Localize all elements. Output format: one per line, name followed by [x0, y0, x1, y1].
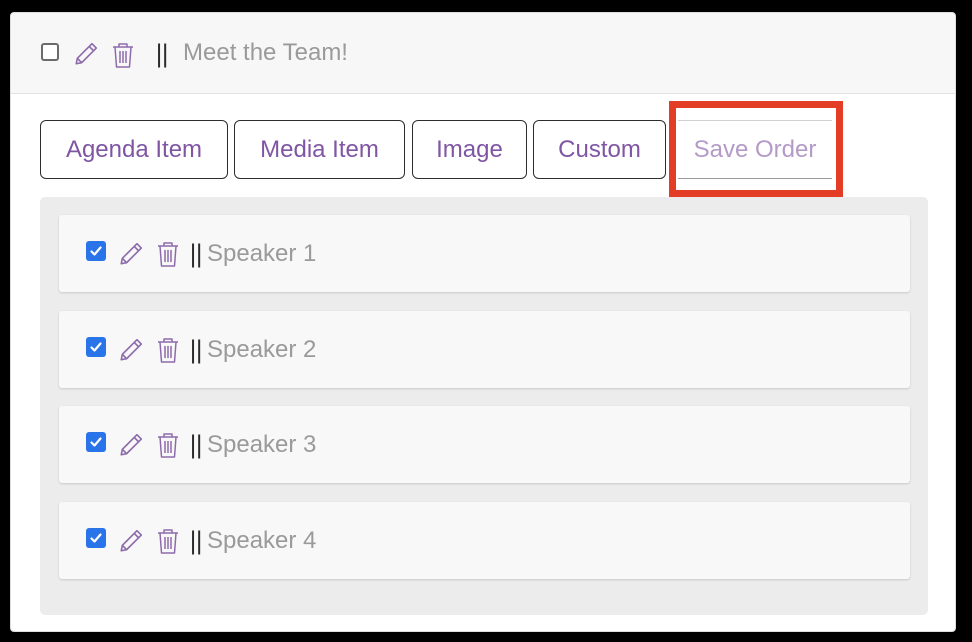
custom-button[interactable]: Custom [533, 120, 666, 179]
drag-handle-icon[interactable]: || [189, 529, 203, 553]
pencil-icon[interactable] [118, 337, 144, 363]
pencil-icon[interactable] [118, 432, 144, 458]
media-item-button[interactable]: Media Item [234, 120, 405, 179]
trash-icon[interactable] [156, 336, 180, 364]
pencil-icon[interactable] [73, 41, 99, 67]
item-label: Speaker 1 [207, 240, 317, 267]
image-button[interactable]: Image [412, 120, 527, 179]
drag-handle-icon[interactable]: || [189, 338, 203, 362]
item-checkbox[interactable] [86, 432, 106, 452]
agenda-item-button[interactable]: Agenda Item [40, 120, 228, 179]
list-item[interactable]: || Speaker 2 [59, 311, 910, 388]
item-label: Speaker 4 [207, 527, 317, 554]
trash-icon[interactable] [156, 240, 180, 268]
checkmark-icon [90, 533, 102, 543]
drag-handle-icon[interactable]: || [155, 42, 169, 66]
item-label: Speaker 2 [207, 336, 317, 363]
list-item[interactable]: || Speaker 4 [59, 502, 910, 579]
trash-icon[interactable] [156, 527, 180, 555]
save-order-button[interactable]: Save Order [678, 120, 832, 179]
list-item[interactable]: || Speaker 3 [59, 406, 910, 483]
item-checkbox[interactable] [86, 337, 106, 357]
list-item[interactable]: || Speaker 1 [59, 215, 910, 292]
trash-icon[interactable] [111, 41, 135, 69]
item-label: Speaker 3 [207, 431, 317, 458]
sortable-list: || Speaker 1 || Speaker 2 || Speaker 3 |… [40, 197, 928, 615]
checkmark-icon [90, 246, 102, 256]
section-title: Meet the Team! [183, 39, 348, 66]
drag-handle-icon[interactable]: || [189, 433, 203, 457]
item-checkbox[interactable] [86, 241, 106, 261]
content-card: || Meet the Team! Agenda Item Media Item… [10, 12, 956, 632]
pencil-icon[interactable] [118, 528, 144, 554]
item-checkbox[interactable] [86, 528, 106, 548]
checkmark-icon [90, 342, 102, 352]
trash-icon[interactable] [156, 431, 180, 459]
checkmark-icon [90, 437, 102, 447]
section-header: || Meet the Team! [11, 13, 955, 94]
drag-handle-icon[interactable]: || [189, 242, 203, 266]
section-select-checkbox[interactable] [41, 43, 59, 61]
pencil-icon[interactable] [118, 241, 144, 267]
